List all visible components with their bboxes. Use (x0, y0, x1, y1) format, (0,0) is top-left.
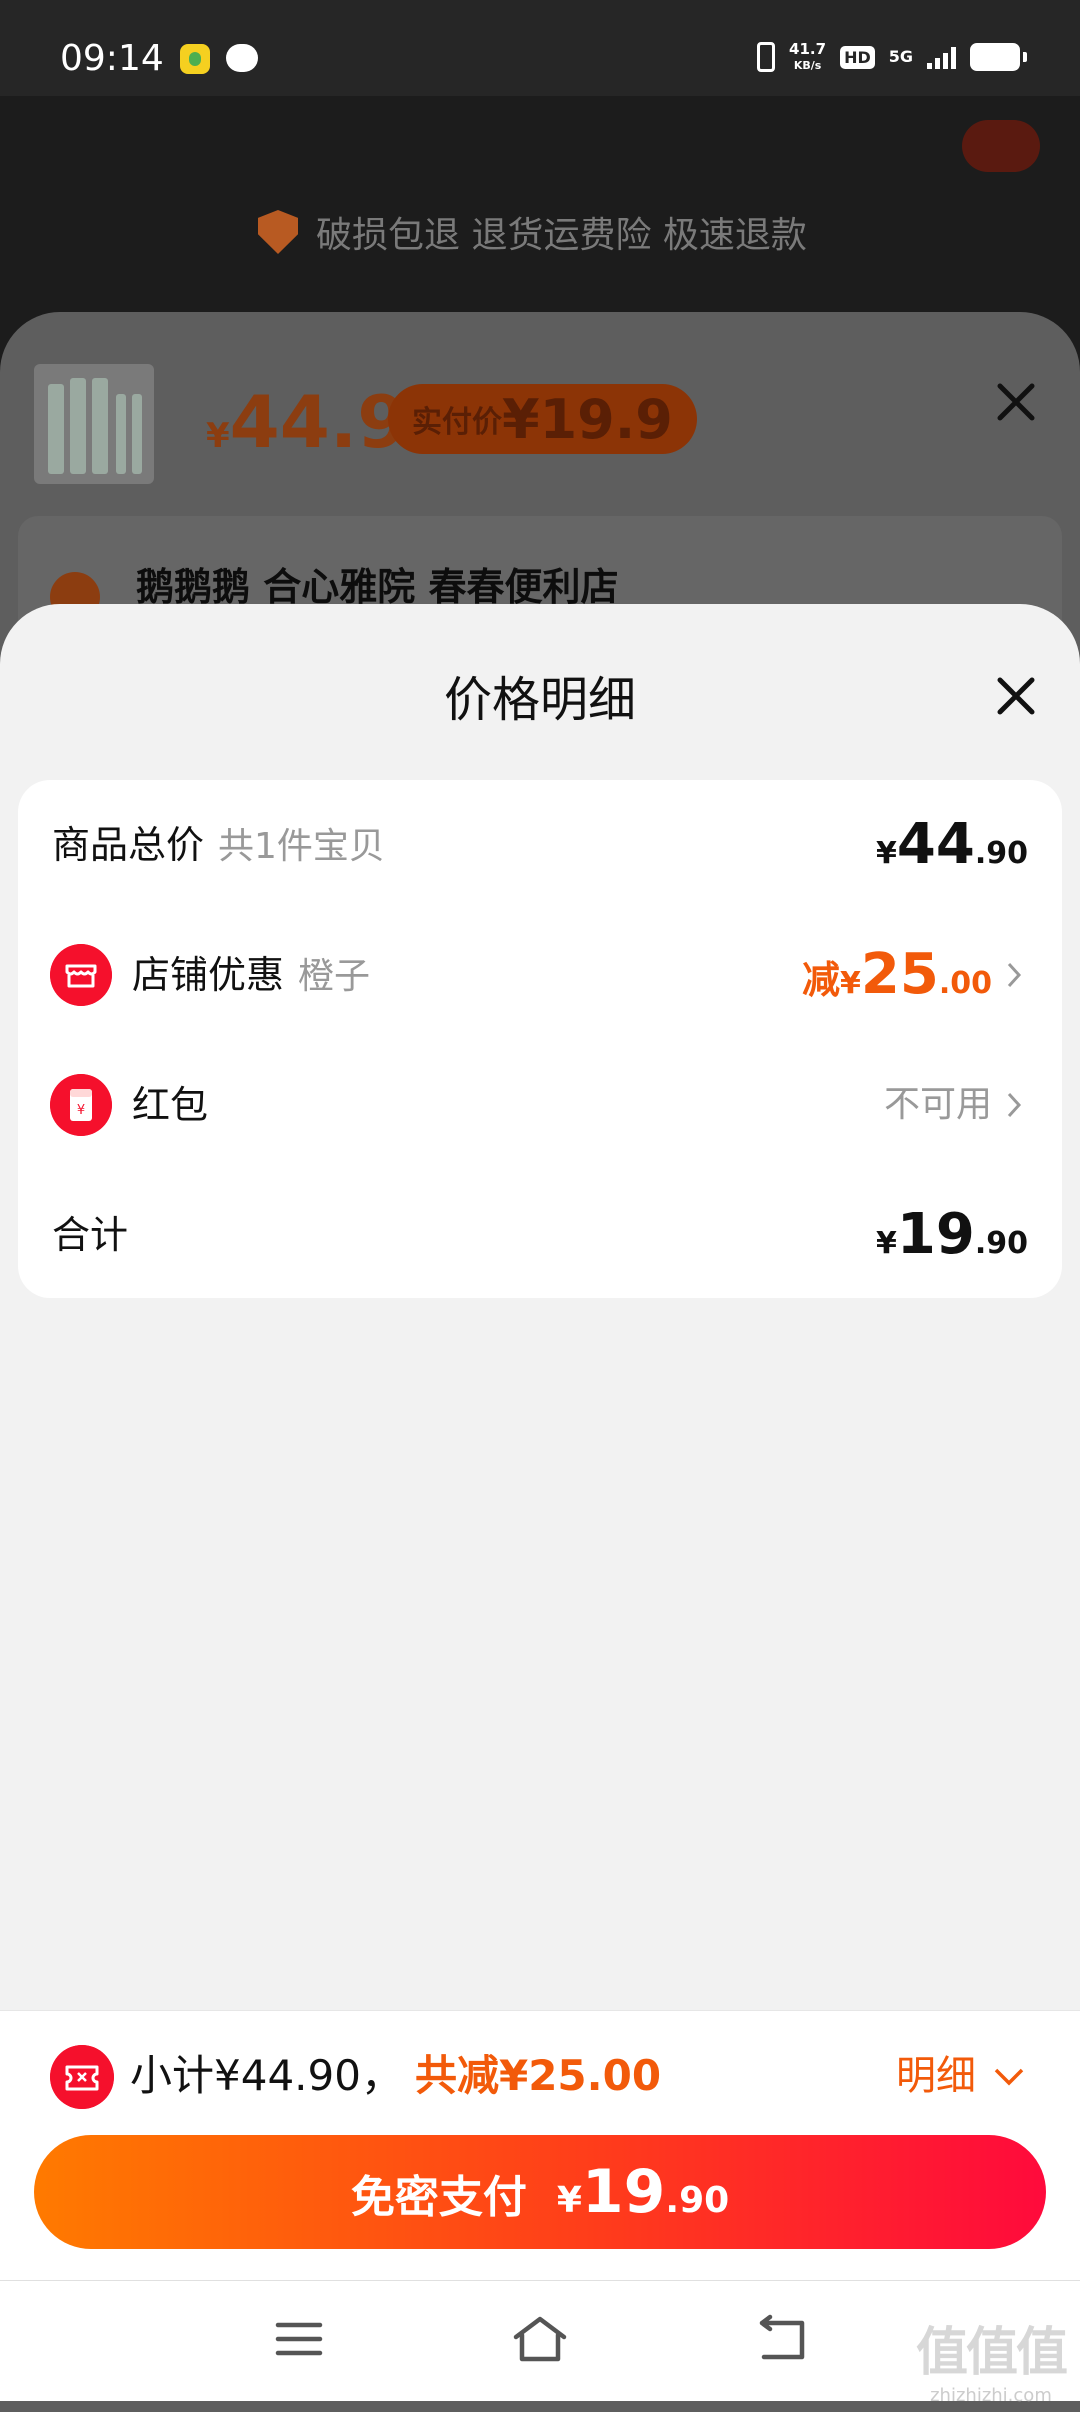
currency-symbol: ¥ (876, 836, 897, 871)
currency-symbol: ¥ (876, 1226, 897, 1261)
signal-icon (927, 45, 956, 69)
actual-price-value: ¥19.9 (502, 387, 673, 451)
price-detail-card: 商品总价 共1件宝贝 ¥44.90 店铺优惠 橙子 减¥25.00 ¥ 红包 不可用 (18, 780, 1062, 1298)
guarantee-bar: 破损包退 退货运费险 极速退款 (258, 206, 807, 258)
shield-icon (258, 210, 298, 254)
row-red-packet[interactable]: ¥ 红包 不可用 (18, 1040, 1062, 1170)
status-bar: 09:14 41.7 KB/s HD 5G (0, 0, 1080, 96)
hd-badge: HD (840, 45, 875, 69)
goods-total-value: ¥44.90 (876, 780, 1028, 923)
total-value: ¥19.90 (876, 1170, 1028, 1313)
detail-toggle[interactable]: 明细 (896, 2041, 1026, 2111)
value-decimal: .00 (938, 966, 992, 1001)
row-shop-discount[interactable]: 店铺优惠 橙子 减¥25.00 (18, 910, 1062, 1040)
saved-text: 共减¥25.00 (414, 2051, 662, 2100)
product-thumbnail (34, 364, 154, 484)
chevron-down-icon (994, 2068, 1024, 2086)
net-speed-unit: KB/s (793, 58, 822, 72)
net-speed: 41.7 KB/s (789, 39, 827, 73)
chevron-right-icon (1007, 962, 1022, 988)
pay-amount-decimal: .90 (665, 2180, 730, 2221)
actual-price-badge: 实付价 ¥19.9 (388, 384, 697, 454)
currency-symbol: ¥ (840, 966, 861, 1001)
currency-symbol: ¥ (556, 2180, 582, 2221)
summary-text: 小计¥44.90， 共减¥25.00 (130, 2041, 661, 2111)
battery-icon (970, 43, 1027, 71)
value-decimal: .90 (974, 836, 1028, 871)
row-label: 商品总价 共1件宝贝 (52, 780, 385, 912)
guarantee-text: 破损包退 退货运费险 极速退款 (316, 215, 807, 256)
detail-label: 明细 (896, 2053, 976, 2099)
background-button (962, 120, 1040, 172)
product-price-currency: ¥ (206, 416, 230, 456)
close-icon[interactable] (986, 372, 1046, 432)
home-icon[interactable] (510, 2313, 570, 2365)
watermark: 值值值 zhizhizhi.com (915, 2310, 1068, 2406)
status-time: 09:14 (60, 38, 164, 79)
goods-total-label: 商品总价 (52, 823, 205, 867)
pay-button-label: 免密支付 (350, 2172, 527, 2223)
shop-discount-value: 减¥25.00 (802, 910, 992, 1053)
watermark-logo-text: 值值值 (915, 2323, 1068, 2383)
pay-amount-integer: 19 (581, 2157, 666, 2227)
row-label: 红包 (132, 1083, 209, 1127)
close-icon[interactable] (986, 666, 1046, 726)
app-notification-icon (180, 44, 210, 74)
red-packet-icon: ¥ (50, 1074, 112, 1136)
vibrate-icon (757, 42, 776, 72)
menu-icon[interactable] (274, 2319, 324, 2359)
row-total: 合计 ¥19.90 (18, 1170, 1062, 1300)
chevron-right-icon (1007, 1092, 1022, 1118)
red-packet-value: 不可用 (883, 1084, 992, 1125)
pay-button-content: 免密支付 ¥19.90 (351, 2157, 729, 2227)
watermark-url: zhizhizhi.com (930, 2385, 1052, 2406)
shop-icon (50, 944, 112, 1006)
back-icon[interactable] (754, 2313, 810, 2365)
discount-name: 橙子 (298, 956, 371, 997)
pay-button[interactable]: 免密支付 ¥19.90 (34, 2135, 1046, 2249)
discount-prefix: 减 (802, 958, 841, 1002)
sheet-title: 价格明细 (443, 672, 636, 728)
row-goods-total: 商品总价 共1件宝贝 ¥44.90 (18, 780, 1062, 910)
product-price-value: 44.9 (229, 380, 408, 464)
value-integer: 25 (860, 942, 939, 1007)
svg-text:¥: ¥ (77, 1103, 85, 1118)
status-indicators: 41.7 KB/s HD 5G (757, 39, 1027, 74)
value-decimal: .90 (974, 1226, 1028, 1261)
row-label: 店铺优惠 橙子 (132, 910, 370, 1042)
subtotal-text: 小计¥44.90， (130, 2051, 403, 2100)
item-count: 共1件宝贝 (218, 826, 385, 867)
net-speed-value: 41.7 (789, 39, 827, 58)
shop-discount-label: 店铺优惠 (132, 953, 285, 997)
coupon-icon (50, 2045, 114, 2109)
order-summary: 小计¥44.90， 共减¥25.00 明细 免密支付 ¥19.90 (0, 2010, 1080, 2281)
actual-price-label: 实付价 (412, 405, 502, 440)
product-price: ¥44.9 (206, 380, 407, 464)
value-integer: 44 (896, 812, 975, 877)
shop-name: 鹅鹅鹅 合心雅院 春春便利店 (136, 565, 619, 609)
message-notification-icon (226, 44, 258, 72)
network-type: 5G (888, 47, 913, 66)
row-label: 合计 (52, 1213, 129, 1257)
value-integer: 19 (896, 1202, 975, 1267)
